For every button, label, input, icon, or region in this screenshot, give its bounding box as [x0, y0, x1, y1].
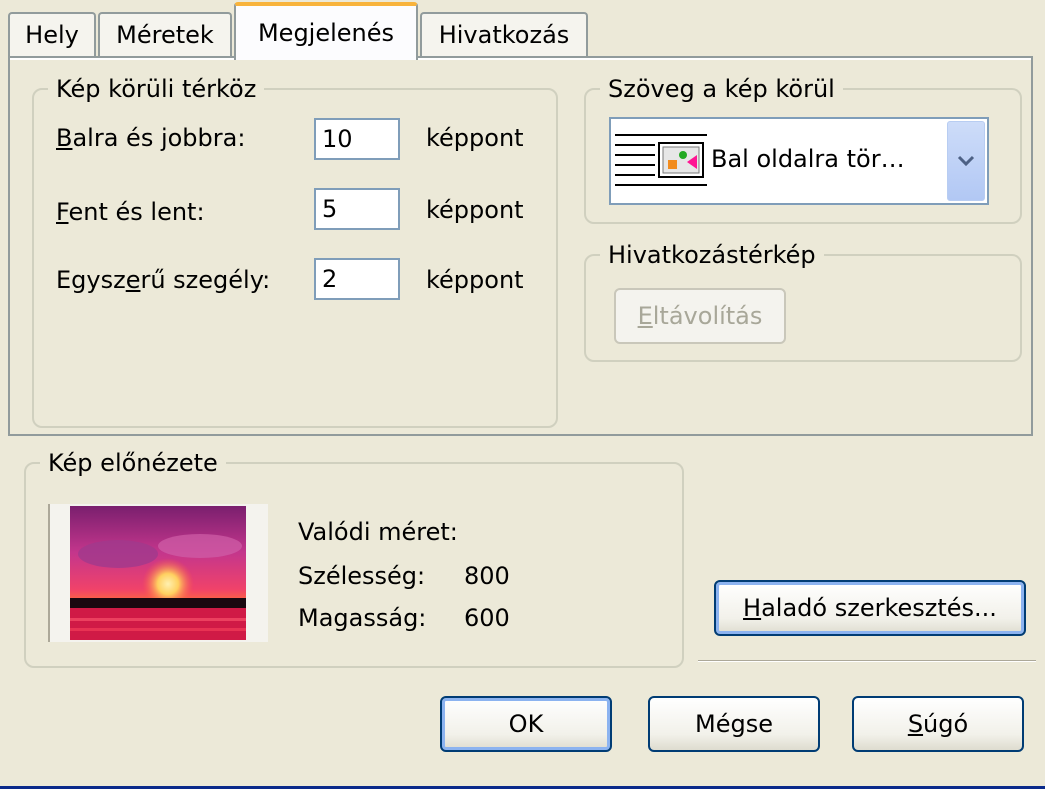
preview-group-title: Kép előnézete	[40, 448, 226, 478]
remove-image-map-button: Eltávolítás	[614, 288, 786, 344]
tab-hivatkozas[interactable]: Hivatkozás	[420, 12, 588, 56]
horizontal-spacing-input[interactable]: 10	[314, 118, 400, 160]
image-map-group-title: Hivatkozástérkép	[600, 240, 824, 270]
horizontal-spacing-unit: képpont	[426, 124, 524, 152]
border-input[interactable]: 2	[314, 258, 400, 300]
tab-megjelenes[interactable]: Megjelenés	[234, 2, 418, 60]
width-value: 800	[464, 562, 510, 590]
tab-panel: Kép körüli térköz Balra és jobbra: 10 ké…	[8, 56, 1033, 436]
preview-image-frame	[48, 504, 268, 642]
dropdown-button[interactable]	[947, 121, 985, 201]
vertical-spacing-input[interactable]: 5	[314, 188, 400, 230]
horizontal-spacing-label: Balra és jobbra:	[56, 124, 246, 152]
height-label: Magasság:	[298, 604, 427, 632]
tab-meretek[interactable]: Méretek	[98, 12, 232, 56]
vertical-spacing-unit: képpont	[426, 196, 524, 224]
vertical-spacing-label: Fent és lent:	[56, 198, 205, 226]
tab-label: Hivatkozás	[438, 21, 570, 49]
tab-label: Méretek	[116, 21, 214, 49]
wrap-left-icon	[615, 133, 707, 191]
text-wrap-selected: Bal oldalra tör…	[711, 145, 905, 173]
separator-highlight	[698, 661, 1036, 662]
height-value: 600	[464, 604, 510, 632]
actual-size-label: Valódi méret:	[298, 518, 458, 546]
ok-button[interactable]: OK	[440, 696, 612, 752]
help-button[interactable]: Súgó	[852, 696, 1024, 752]
width-label: Szélesség:	[298, 562, 426, 590]
advanced-edit-button[interactable]: Haladó szerkesztés...	[714, 580, 1026, 636]
sunset-preview-image	[70, 506, 246, 640]
tab-label: Megjelenés	[257, 19, 395, 47]
text-wrap-group-title: Szöveg a kép körül	[600, 74, 843, 104]
text-wrap-select[interactable]: Bal oldalra tör…	[609, 117, 989, 205]
chevron-down-icon	[957, 155, 975, 167]
spacing-group-title: Kép körüli térköz	[48, 74, 265, 104]
border-label: Egyszerű szegély:	[56, 266, 271, 294]
border-unit: képpont	[426, 266, 524, 294]
cancel-button[interactable]: Mégse	[648, 696, 820, 752]
tab-label: Hely	[25, 21, 79, 49]
tab-hely[interactable]: Hely	[8, 12, 96, 56]
